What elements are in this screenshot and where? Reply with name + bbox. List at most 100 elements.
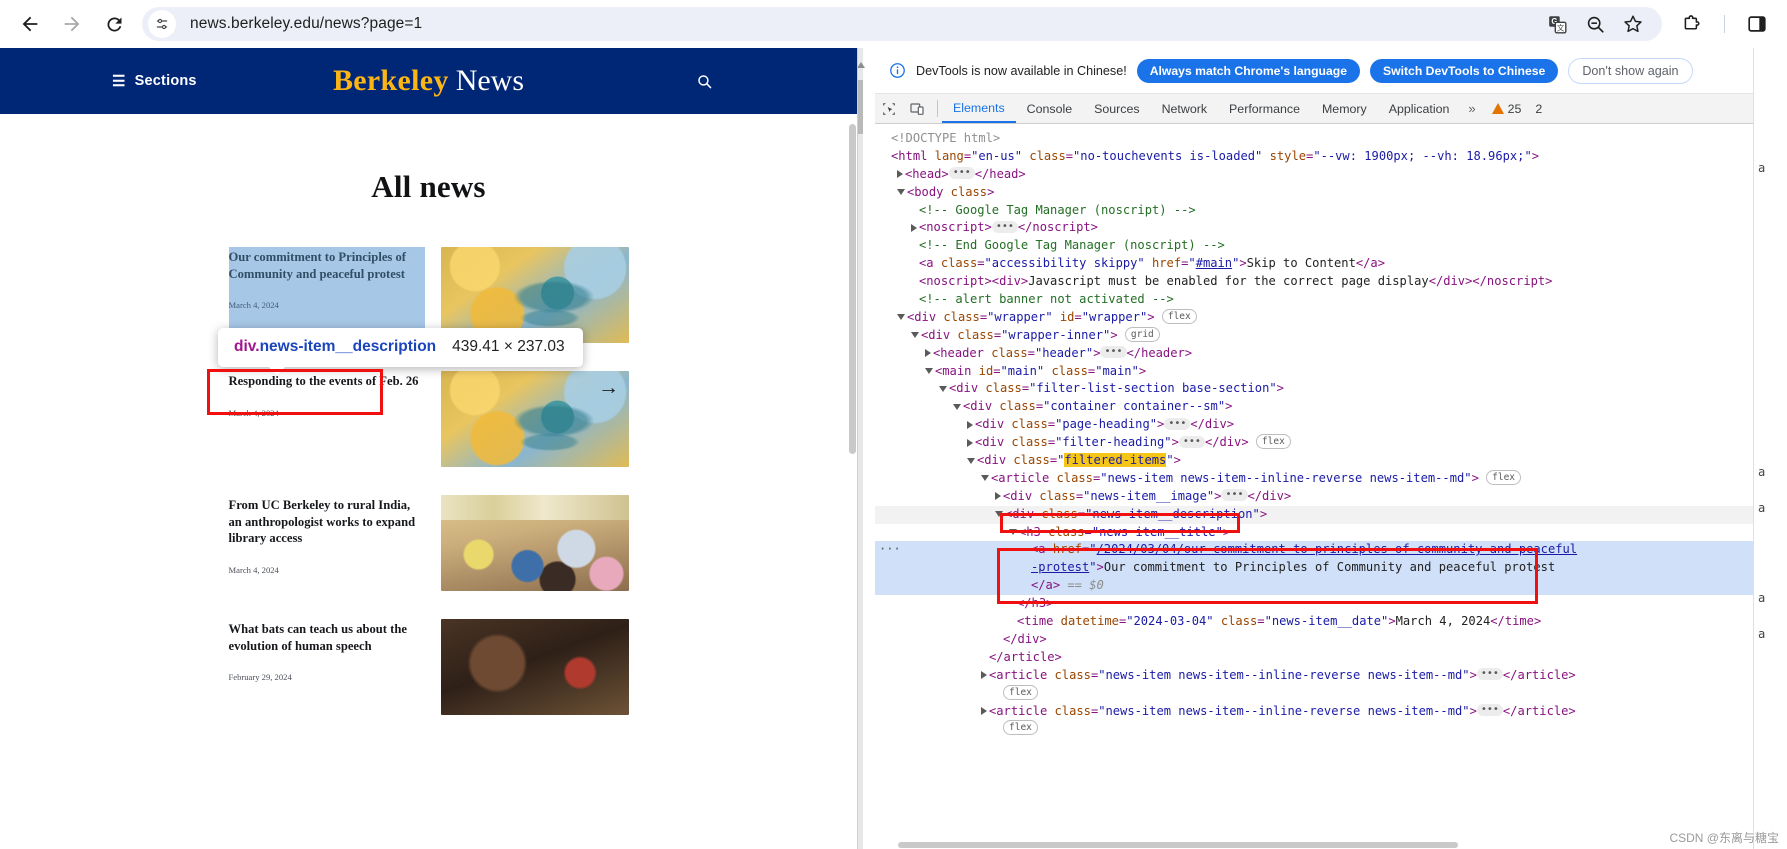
collapse-triangle-icon[interactable] — [897, 189, 905, 196]
dom-tree-row[interactable]: -protest">Our commitment to Principles o… — [875, 559, 1787, 578]
dom-tree-row[interactable]: <div class="wrapper-inner"> grid — [875, 326, 1787, 345]
expand-ellipsis-badge[interactable]: ••• — [1476, 668, 1503, 681]
dom-tree-row[interactable]: </h3> — [875, 595, 1787, 613]
tab-network[interactable]: Network — [1151, 94, 1218, 123]
device-toolbar-icon[interactable] — [903, 94, 931, 123]
dom-tree-row[interactable]: <div class="news-item__description"> — [875, 505, 1787, 524]
dom-tree-row[interactable]: </article> — [875, 649, 1787, 667]
expand-ellipsis-badge[interactable]: ••• — [1476, 704, 1503, 716]
dom-tree-row[interactable]: </a> == $0 — [875, 577, 1787, 596]
side-panel-icon[interactable] — [1737, 4, 1777, 44]
layout-badge[interactable]: flex — [1255, 434, 1291, 450]
expand-triangle-icon[interactable] — [995, 492, 1001, 501]
dom-tree-row[interactable]: <noscript><div>Javascript must be enable… — [875, 273, 1787, 291]
switch-devtools-language-button[interactable]: Switch DevTools to Chinese — [1370, 58, 1559, 83]
inspect-element-icon[interactable] — [875, 94, 903, 123]
dom-tree-row[interactable]: <!-- End Google Tag Manager (noscript) -… — [875, 237, 1787, 255]
dom-tree-row[interactable]: <div class="news-item__image"> ••• </div> — [875, 488, 1787, 506]
layout-badge[interactable]: flex — [1161, 308, 1197, 324]
expand-ellipsis-badge[interactable]: ••• — [1221, 489, 1248, 502]
expand-ellipsis-badge[interactable]: ••• — [1164, 417, 1191, 430]
dom-tree-row[interactable]: <!-- alert banner not activated --> — [875, 291, 1787, 309]
layout-badge[interactable]: flex — [1003, 720, 1038, 736]
page-scrollbar[interactable] — [848, 114, 857, 849]
collapse-triangle-icon[interactable] — [981, 475, 989, 482]
bookmark-star-icon[interactable] — [1620, 11, 1646, 37]
extensions-icon[interactable] — [1672, 4, 1712, 44]
tab-console[interactable]: Console — [1016, 94, 1083, 123]
dom-horizontal-scrollbar-thumb[interactable] — [898, 842, 1458, 848]
dom-tree-row[interactable]: <head> ••• </head> — [875, 166, 1787, 184]
more-tabs-icon[interactable]: » — [1460, 94, 1483, 123]
news-item-description[interactable]: From UC Berkeley to rural India, an anth… — [229, 495, 425, 591]
forward-button[interactable] — [52, 4, 92, 44]
dom-tree-row[interactable]: <!DOCTYPE html> — [875, 130, 1787, 148]
expand-ellipsis-badge[interactable]: ••• — [948, 167, 975, 180]
collapse-triangle-icon[interactable] — [911, 332, 919, 339]
tab-application[interactable]: Application — [1378, 94, 1461, 123]
site-info-button[interactable] — [148, 10, 176, 38]
dom-tree-row[interactable]: <a class="accessibility skippy" href="#m… — [875, 255, 1787, 273]
news-item-image[interactable] — [440, 619, 629, 715]
collapse-triangle-icon[interactable] — [939, 385, 947, 392]
layout-badge[interactable]: flex — [1486, 469, 1522, 485]
back-button[interactable] — [10, 4, 50, 44]
dom-tree-row[interactable]: <h3 class="news-item__title"> — [875, 524, 1787, 542]
url-text[interactable]: news.berkeley.edu/news?page=1 — [190, 15, 422, 33]
expand-ellipsis-badge[interactable]: ••• — [1100, 346, 1127, 359]
dom-tree-row[interactable]: <main id="main" class="main"> — [875, 363, 1787, 381]
dom-tree-row[interactable]: ··· <a href="/2024/03/04/our-commitment-t… — [875, 541, 1787, 560]
dom-token[interactable]: /2024/03/04/our-commitment-to-principles… — [1097, 542, 1578, 556]
dom-tree-row[interactable]: <div class="container container--sm"> — [875, 398, 1787, 416]
news-item-title[interactable]: Our commitment to Principles of Communit… — [229, 249, 425, 282]
collapse-triangle-icon[interactable] — [967, 457, 975, 464]
translate-icon[interactable]: G 文 — [1544, 11, 1570, 37]
error-count-badge[interactable]: 2 — [1527, 94, 1548, 123]
news-item-description[interactable]: Responding to the events of Feb. 26 Marc… — [229, 371, 425, 467]
warning-count-badge[interactable]: 25 — [1484, 94, 1528, 123]
expand-triangle-icon[interactable] — [981, 707, 987, 715]
dom-tree-row[interactable]: <article class="news-item news-item--inl… — [875, 469, 1787, 488]
dom-token[interactable]: #main — [1196, 256, 1232, 270]
expand-triangle-icon[interactable] — [981, 671, 987, 680]
collapse-triangle-icon[interactable] — [995, 511, 1003, 518]
dom-tree-row[interactable]: <noscript> ••• </noscript> — [875, 219, 1787, 237]
dont-show-again-button[interactable]: Don't show again — [1568, 57, 1693, 84]
news-item-title[interactable]: From UC Berkeley to rural India, an anth… — [229, 497, 425, 547]
page-scrollbar-thumb[interactable] — [849, 124, 856, 454]
dom-tree-row[interactable]: <header class="header"> ••• </header> — [875, 345, 1787, 363]
dom-tree-row[interactable]: flex — [875, 720, 1787, 738]
omnibox[interactable]: news.berkeley.edu/news?page=1 G 文 — [142, 7, 1662, 41]
sections-menu-button[interactable]: ☰ Sections — [112, 73, 197, 89]
tab-sources[interactable]: Sources — [1083, 94, 1150, 123]
dom-tree-row[interactable]: flex — [875, 684, 1787, 703]
site-search-button[interactable] — [692, 69, 716, 93]
expand-ellipsis-badge[interactable]: ••• — [1178, 435, 1205, 448]
dom-tree-row[interactable]: </div> — [875, 631, 1787, 649]
collapse-triangle-icon[interactable] — [953, 403, 961, 410]
expand-triangle-icon[interactable] — [925, 349, 931, 358]
collapse-triangle-icon[interactable] — [1009, 529, 1017, 536]
collapse-triangle-icon[interactable] — [897, 314, 905, 321]
tab-performance[interactable]: Performance — [1218, 94, 1311, 123]
dom-tree-row[interactable]: <div class="filter-list-section base-sec… — [875, 380, 1787, 398]
reload-button[interactable] — [94, 4, 134, 44]
dom-tree-row[interactable]: <div class="wrapper" id="wrapper"> flex — [875, 308, 1787, 327]
expand-triangle-icon[interactable] — [967, 420, 973, 429]
dom-tree-row[interactable]: <div class="filter-heading"> ••• </div> fl… — [875, 434, 1787, 452]
devtools-resizer[interactable] — [858, 48, 865, 849]
dom-tree-row[interactable]: <!-- Google Tag Manager (noscript) --> — [875, 202, 1787, 220]
dom-tree-row[interactable]: <body class> — [875, 184, 1787, 202]
layout-badge[interactable]: grid — [1124, 326, 1160, 342]
layout-badge[interactable]: flex — [1003, 684, 1038, 700]
dom-tree-row[interactable]: <article class="news-item news-item--inl… — [875, 703, 1787, 721]
expand-ellipsis-badge[interactable]: ••• — [991, 220, 1018, 233]
collapse-triangle-icon[interactable] — [925, 368, 933, 375]
dom-horizontal-scrollbar[interactable] — [892, 841, 1787, 849]
expand-triangle-icon[interactable] — [897, 170, 903, 179]
dom-tree-row[interactable]: <time datetime="2024-03-04" class="news-… — [875, 613, 1787, 631]
resizer-thumb[interactable] — [858, 80, 863, 134]
zoom-out-icon[interactable] — [1582, 11, 1608, 37]
news-item-title[interactable]: What bats can teach us about the evoluti… — [229, 621, 425, 654]
dom-tree-row[interactable]: <div class="page-heading"> ••• </div> — [875, 416, 1787, 434]
